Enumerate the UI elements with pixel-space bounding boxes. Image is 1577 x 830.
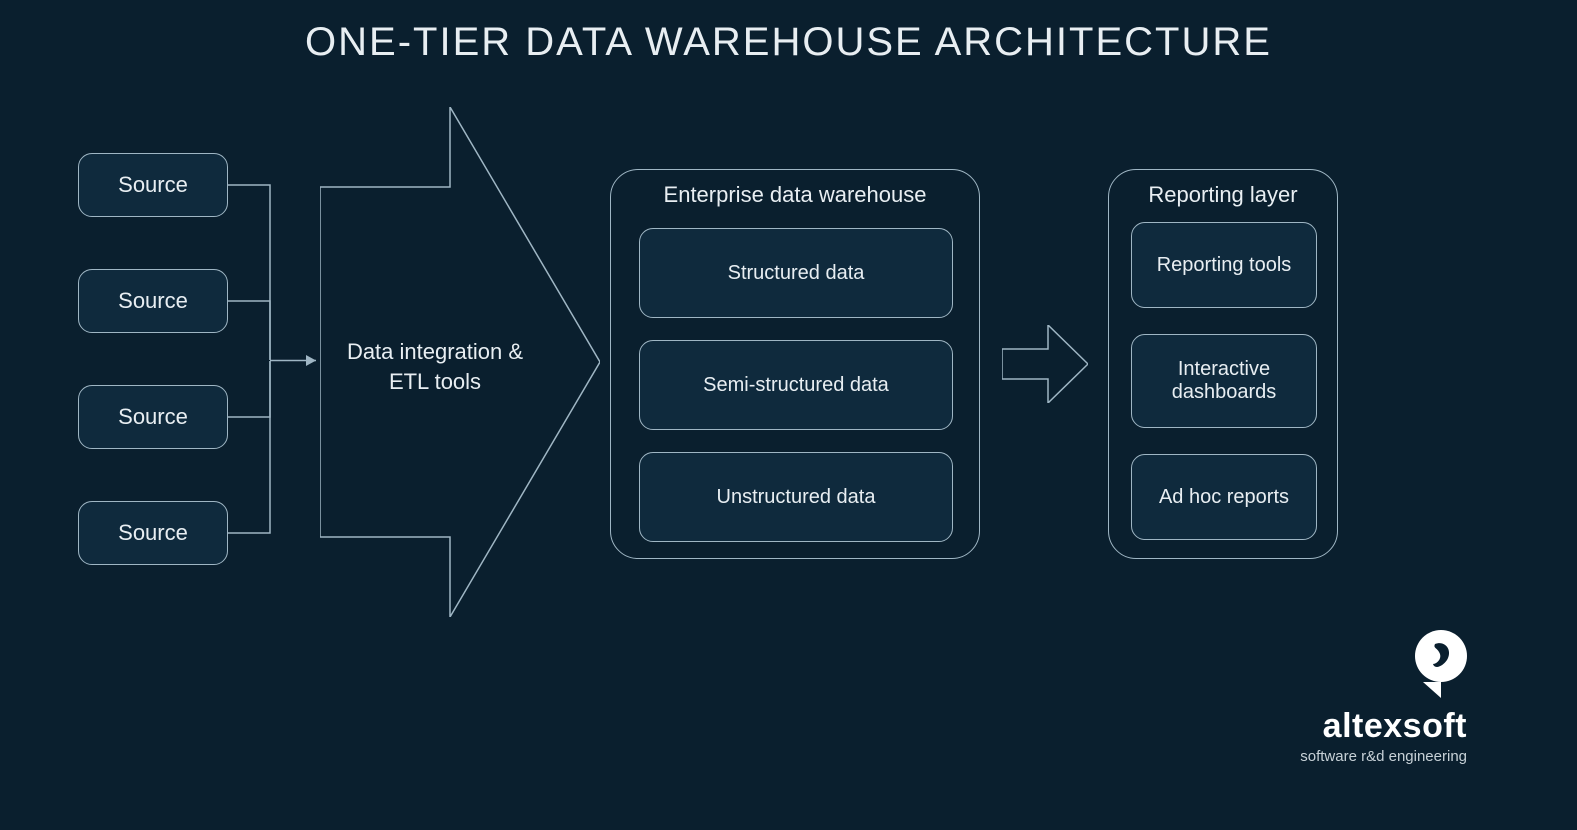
warehouse-title: Enterprise data warehouse (611, 182, 979, 208)
reporting-item-2: Interactive dashboards (1131, 334, 1317, 428)
diagram-canvas: Source Source Source Source Data integra… (0, 65, 1577, 805)
brand-logo-icon (1415, 630, 1467, 698)
warehouse-item-1: Structured data (639, 228, 953, 318)
reporting-item-3: Ad hoc reports (1131, 454, 1317, 540)
source-box-3: Source (78, 385, 228, 449)
reporting-container: Reporting layer Reporting tools Interact… (1108, 169, 1338, 559)
warehouse-item-2: Semi-structured data (639, 340, 953, 430)
brand-logo: altexsoft software r&d engineering (1300, 630, 1467, 765)
source-box-4: Source (78, 501, 228, 565)
brand-tagline: software r&d engineering (1300, 748, 1467, 765)
diagram-title: ONE-TIER DATA WAREHOUSE ARCHITECTURE (0, 0, 1577, 65)
brand-name: altexsoft (1300, 707, 1467, 746)
warehouse-item-3: Unstructured data (639, 452, 953, 542)
source-box-1: Source (78, 153, 228, 217)
etl-label-line1: Data integration & (347, 339, 523, 364)
reporting-title: Reporting layer (1109, 182, 1337, 208)
flow-arrow (1002, 325, 1088, 403)
etl-label-line2: ETL tools (389, 369, 481, 394)
etl-arrow-label: Data integration & ETL tools (330, 337, 540, 396)
reporting-item-1: Reporting tools (1131, 222, 1317, 308)
warehouse-container: Enterprise data warehouse Structured dat… (610, 169, 980, 559)
source-box-2: Source (78, 269, 228, 333)
